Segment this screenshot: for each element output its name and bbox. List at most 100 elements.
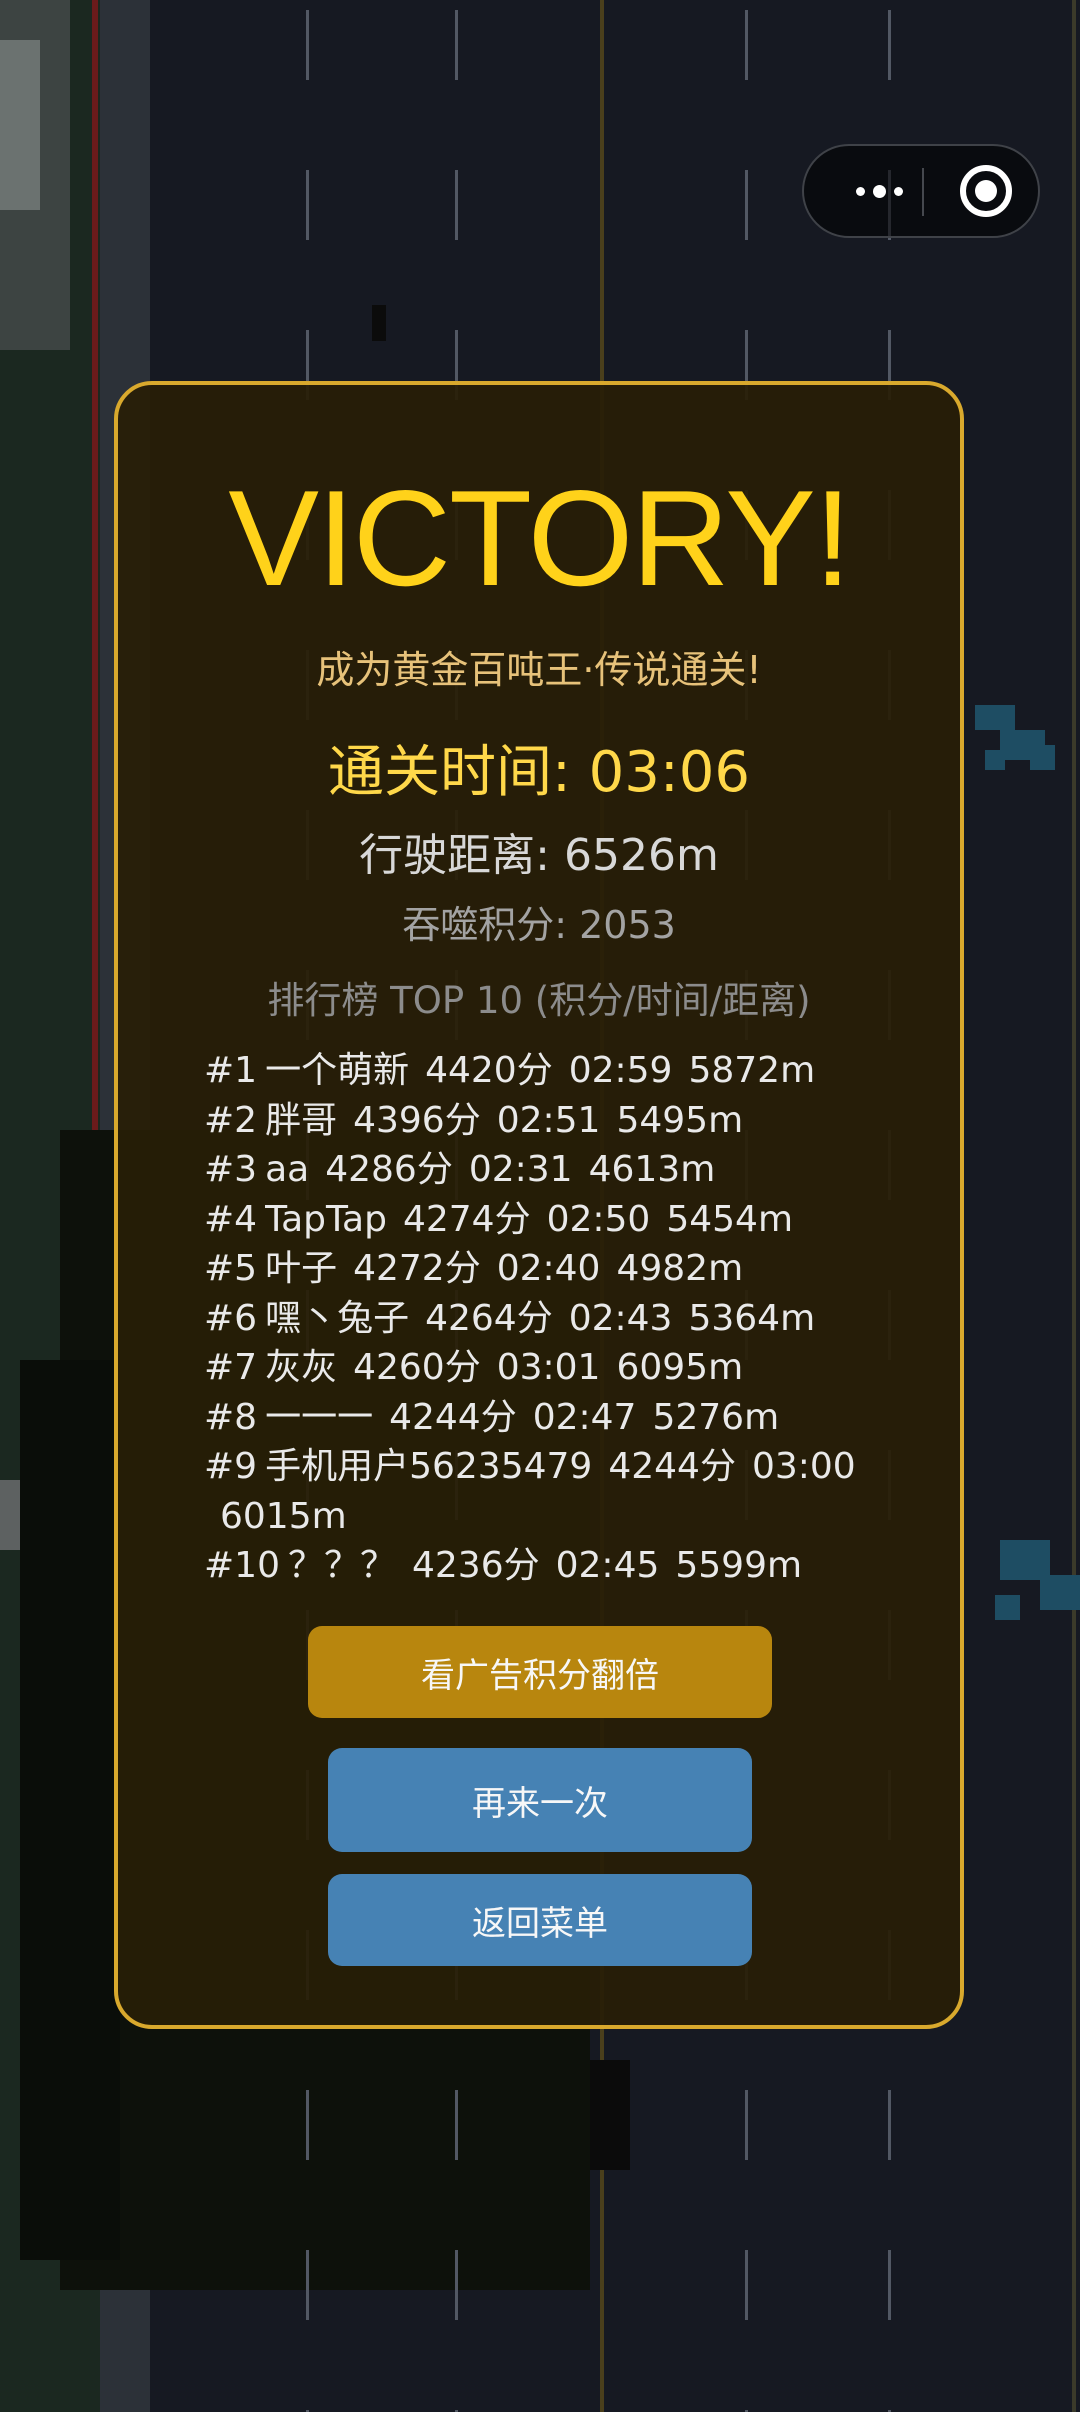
leaderboard-name: 一个萌新 xyxy=(265,1050,410,1091)
particle xyxy=(985,750,1005,770)
leaderboard-rank: #1 xyxy=(204,1050,258,1091)
leaderboard-row: #4 TapTap 4274分 02:50 5454m xyxy=(204,1195,864,1245)
lane-dash xyxy=(888,10,891,80)
leaderboard-row: #8 一一一 4244分 02:47 5276m xyxy=(204,1393,864,1443)
lane-dash xyxy=(888,2090,891,2160)
target-circle-icon[interactable] xyxy=(960,165,1012,217)
lane-dash xyxy=(745,2090,748,2160)
more-dots-icon[interactable] xyxy=(834,146,924,236)
leaderboard-row: #9 手机用户56235479 4244分 03:00 6015m xyxy=(204,1442,864,1541)
leaderboard-score: 4272分 xyxy=(353,1248,481,1289)
particle xyxy=(1000,1540,1050,1580)
lane-dash xyxy=(306,2250,309,2320)
car-marker xyxy=(372,305,386,341)
leaderboard-name: 手机用户56235479 xyxy=(265,1446,593,1487)
leaderboard-rank: #5 xyxy=(204,1248,258,1289)
victory-subtitle: 成为黄金百吨王·传说通关! xyxy=(316,648,762,692)
leaderboard-distance: 5454m xyxy=(666,1198,794,1240)
leaderboard-name: 嘿丶兔子 xyxy=(265,1297,410,1339)
leaderboard-score: 4236分 xyxy=(412,1545,540,1586)
leaderboard-distance: 6015m xyxy=(220,1495,347,1537)
lane-dash xyxy=(306,170,309,240)
curb-red-line xyxy=(92,0,98,1300)
leaderboard-rank: #8 xyxy=(204,1396,258,1438)
leaderboard-score: 4420分 xyxy=(425,1050,553,1091)
leaderboard-time: 02:31 xyxy=(468,1149,573,1190)
leaderboard-score: 4274分 xyxy=(402,1198,531,1240)
particle xyxy=(995,1595,1020,1620)
leaderboard-rank: #6 xyxy=(204,1297,258,1339)
leaderboard-time: 02:59 xyxy=(568,1050,673,1091)
leaderboard-row: #5 叶子 4272分 02:40 4982m xyxy=(204,1244,864,1294)
leaderboard-time: 02:43 xyxy=(568,1297,673,1339)
drive-distance: 行驶距离: 6526m xyxy=(359,830,719,881)
lane-dash xyxy=(455,170,458,240)
leaderboard-rank: #9 xyxy=(204,1446,258,1487)
leaderboard-time: 03:00 xyxy=(751,1446,856,1487)
leaderboard-distance: 5495m xyxy=(616,1099,744,1141)
leaderboard-name: ？？？ xyxy=(287,1545,396,1586)
leaderboard-row: #6 嘿丶兔子 4264分 02:43 5364m xyxy=(204,1294,864,1344)
leaderboard-row: #3 aa 4286分 02:31 4613m xyxy=(204,1145,864,1195)
leaderboard-rank: #4 xyxy=(204,1198,258,1240)
retry-button[interactable]: 再来一次 xyxy=(328,1748,752,1852)
leaderboard-name: 胖哥 xyxy=(265,1099,338,1141)
lane-dash xyxy=(455,10,458,80)
leaderboard-name: aa xyxy=(265,1149,310,1190)
leaderboard-distance: 4613m xyxy=(588,1149,716,1190)
lane-dash xyxy=(888,2250,891,2320)
leaderboard-distance: 6095m xyxy=(616,1347,744,1388)
watch-ad-double-score-button[interactable]: 看广告积分翻倍 xyxy=(308,1626,772,1718)
leaderboard-row: #7 灰灰 4260分 03:01 6095m xyxy=(204,1343,864,1393)
leaderboard-row: #2 胖哥 4396分 02:51 5495m xyxy=(204,1096,864,1146)
particle xyxy=(975,705,1015,730)
back-to-menu-button[interactable]: 返回菜单 xyxy=(328,1874,752,1966)
leaderboard-name: 一一一 xyxy=(265,1396,374,1438)
leaderboard-list: #1 一个萌新 4420分 02:59 5872m #2 胖哥 4396分 02:51… xyxy=(204,1046,864,1591)
particle xyxy=(1030,745,1055,770)
leaderboard-score: 4244分 xyxy=(389,1396,517,1438)
leaderboard-title: 排行榜 TOP 10 (积分/时间/距离) xyxy=(267,979,811,1022)
leaderboard-rank: #3 xyxy=(204,1149,258,1190)
clear-time: 通关时间: 03:06 xyxy=(327,740,751,805)
leaderboard-time: 02:50 xyxy=(546,1198,651,1240)
victory-title: VICTORY! xyxy=(228,462,851,614)
leaderboard-time: 02:51 xyxy=(496,1099,601,1141)
leaderboard-time: 02:47 xyxy=(532,1396,637,1438)
lane-dash xyxy=(455,2250,458,2320)
lane-dash xyxy=(745,170,748,240)
leaderboard-name: TapTap xyxy=(265,1198,387,1240)
leaderboard-rank: #2 xyxy=(204,1099,258,1141)
capsule-divider xyxy=(922,168,924,216)
leaderboard-distance: 5276m xyxy=(652,1396,780,1438)
leaderboard-distance: 5872m xyxy=(688,1050,816,1091)
leaderboard-score: 4260分 xyxy=(353,1347,481,1388)
leaderboard-score: 4396分 xyxy=(353,1099,481,1141)
leaderboard-score: 4286分 xyxy=(325,1149,453,1190)
leaderboard-rank: #10 xyxy=(204,1545,280,1586)
devour-score: 吞噬积分: 2053 xyxy=(402,903,676,947)
car-marker xyxy=(590,2060,630,2170)
leaderboard-time: 02:45 xyxy=(555,1545,660,1586)
particle xyxy=(1040,1575,1080,1610)
leaderboard-distance: 5599m xyxy=(675,1545,803,1586)
lane-dash xyxy=(455,2090,458,2160)
leaderboard-name: 灰灰 xyxy=(265,1347,338,1388)
leaderboard-rank: #7 xyxy=(204,1347,258,1388)
leaderboard-row: #10？？？ 4236分 02:45 5599m xyxy=(204,1541,864,1591)
leaderboard-score: 4264分 xyxy=(425,1297,553,1339)
lane-dash xyxy=(745,10,748,80)
road-right-line xyxy=(1072,0,1076,2412)
lane-dash xyxy=(306,10,309,80)
victory-panel: VICTORY! 成为黄金百吨王·传说通关! 通关时间: 03:06 行驶距离:… xyxy=(114,381,964,2029)
leaderboard-distance: 4982m xyxy=(616,1248,744,1289)
leaderboard-row: #1 一个萌新 4420分 02:59 5872m xyxy=(204,1046,864,1096)
leaderboard-time: 03:01 xyxy=(496,1347,601,1388)
building-block xyxy=(0,40,40,210)
leaderboard-name: 叶子 xyxy=(265,1248,338,1289)
capsule-menu xyxy=(802,144,1040,238)
leaderboard-distance: 5364m xyxy=(688,1297,816,1339)
lane-dash xyxy=(306,2090,309,2160)
lane-dash xyxy=(745,2250,748,2320)
leaderboard-time: 02:40 xyxy=(496,1248,601,1289)
